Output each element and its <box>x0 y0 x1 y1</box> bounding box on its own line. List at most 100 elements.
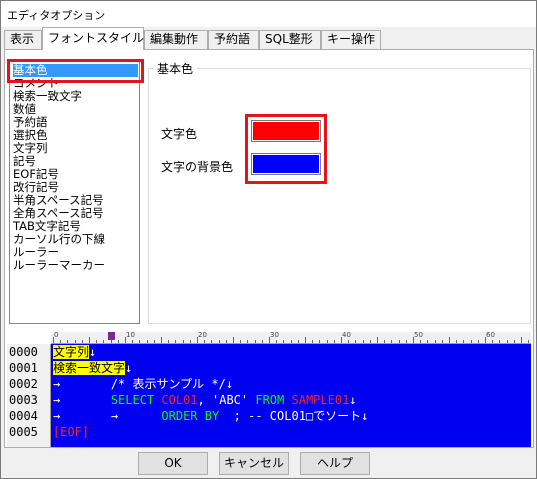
identifier-sample: COL01 <box>161 393 198 407</box>
preview-line: 検索一致文字↓ <box>53 360 132 376</box>
string-literal-sample: 'ABC' <box>212 393 249 407</box>
ruler-tick <box>312 340 314 343</box>
font-style-panel: 基本色 コメント 検索一致文字 数値 予約語 選択色 文字列 記号 EOF記号 … <box>4 49 534 448</box>
ruler-tick <box>305 337 306 343</box>
dialog-buttons: OK キャンセル ヘルプ <box>1 452 536 478</box>
ruler-tick <box>470 340 472 343</box>
ruler-tick <box>521 337 522 343</box>
string-sample: 文字列 <box>53 345 90 359</box>
ruler-tick <box>132 340 134 343</box>
ruler-tick <box>427 340 429 343</box>
ruler-tick <box>60 340 62 343</box>
ruler-tick <box>528 340 530 343</box>
background-color-label: 文字の背景色 <box>161 160 234 174</box>
ruler-label: 20 <box>198 331 207 339</box>
ruler-tick <box>254 340 256 343</box>
tab-edit-behavior[interactable]: 編集動作 <box>144 30 208 49</box>
ruler-tick <box>434 340 436 343</box>
newline-mark: ↓ <box>361 409 369 423</box>
line-number: 0000 <box>9 345 38 359</box>
ruler-tick <box>89 337 90 343</box>
ruler-tick <box>477 340 479 343</box>
symbol-sample: , <box>197 393 205 407</box>
ruler-tick <box>398 340 400 343</box>
ruler-tick <box>261 340 263 343</box>
list-item[interactable]: ルーラーマーカー <box>13 259 105 272</box>
ruler-tick <box>175 340 177 343</box>
tab-font-style[interactable]: フォントスタイル <box>42 27 144 50</box>
line-number-gutter: 0000 0001 0002 0003 0004 0005 <box>7 344 51 447</box>
ok-button[interactable]: OK <box>138 452 208 475</box>
tab-mark: → <box>110 409 119 423</box>
line-number: 0001 <box>9 361 38 375</box>
preview-line: → SELECT COL01, 'ABC' FROM SAMPLE01↓ <box>53 392 357 408</box>
keyword-sample: SELECT <box>110 393 155 407</box>
ruler-tick <box>283 340 285 343</box>
ruler-tick <box>319 340 321 343</box>
tab-mark: → <box>53 377 61 391</box>
ruler-tick <box>81 340 83 343</box>
search-match-sample: 検索一致文字 <box>53 361 126 375</box>
ruler-label: 30 <box>270 331 279 339</box>
ruler-tick <box>103 340 105 343</box>
ruler-tick <box>276 340 278 343</box>
ruler-tick <box>513 340 515 343</box>
ruler-tick <box>506 340 508 343</box>
tab-mark: → <box>53 409 61 423</box>
ruler-tick <box>456 340 458 343</box>
groupbox-title: 基本色 <box>153 60 198 77</box>
ruler-tick <box>139 340 141 343</box>
ruler-tick <box>225 340 227 343</box>
ruler-tick <box>189 340 191 343</box>
ruler-tick <box>441 340 443 343</box>
text-color-label: 文字色 <box>161 127 198 141</box>
ruler-tick <box>290 340 292 343</box>
ruler-tick <box>218 340 220 343</box>
ruler-label: 60 <box>486 331 495 339</box>
ruler-tick <box>146 340 148 343</box>
editor-options-dialog: エディタオプション 表示 フォントスタイル 編集動作 予約語 SQL整形 キー操… <box>0 0 537 479</box>
ruler-tick <box>384 340 386 343</box>
line-number: 0003 <box>9 393 38 407</box>
tab-reserved-words[interactable]: 予約語 <box>208 30 259 49</box>
ruler-tick <box>211 340 213 343</box>
style-listbox[interactable]: 基本色 コメント 検索一致文字 数値 予約語 選択色 文字列 記号 EOF記号 … <box>9 61 140 324</box>
tab-display[interactable]: 表示 <box>4 30 42 49</box>
ruler-tick <box>492 340 494 343</box>
ruler-tick <box>333 340 335 343</box>
ruler-tick <box>240 340 242 343</box>
ruler-tick <box>117 340 119 343</box>
comment-sample: -- COL01□でソート <box>248 409 362 423</box>
ruler-tick <box>499 340 501 343</box>
ruler-tick <box>355 340 357 343</box>
cancel-button[interactable]: キャンセル <box>219 452 289 475</box>
ruler-label: 50 <box>414 331 423 339</box>
title-bar: エディタオプション <box>1 1 536 27</box>
identifier-sample: SAMPLE01 <box>291 393 350 407</box>
ruler-tick <box>463 340 465 343</box>
tab-mark: → <box>53 393 61 407</box>
line-number: 0004 <box>9 409 38 423</box>
preview-line: → → ORDER BY ; -- COL01□でソート↓ <box>53 408 368 424</box>
eof-mark: [EOF] <box>53 425 90 439</box>
ruler-tick <box>449 337 450 343</box>
preview-line: 文字列↓ <box>53 344 96 360</box>
ruler-tick <box>391 340 393 343</box>
ruler-label: 0 <box>54 331 59 339</box>
background-color-swatch[interactable] <box>251 153 321 175</box>
text-color-swatch[interactable] <box>251 120 321 142</box>
tab-sql-format[interactable]: SQL整形 <box>259 30 321 49</box>
help-button[interactable]: ヘルプ <box>300 452 370 475</box>
ruler-tick <box>161 337 162 343</box>
ruler-tick <box>110 340 112 343</box>
ruler-tick <box>369 340 371 343</box>
ruler-tick <box>247 340 249 343</box>
ruler-label: 10 <box>126 331 135 339</box>
ruler-tick <box>348 340 350 343</box>
tab-strip: 表示 フォントスタイル 編集動作 予約語 SQL整形 キー操作 <box>4 27 532 50</box>
tab-key-operations[interactable]: キー操作 <box>321 30 381 49</box>
ruler: 0 10 20 30 40 50 60 <box>51 332 531 344</box>
line-number: 0005 <box>9 425 38 439</box>
keyword-sample: FROM <box>255 393 285 407</box>
newline-mark: ↓ <box>89 345 97 359</box>
